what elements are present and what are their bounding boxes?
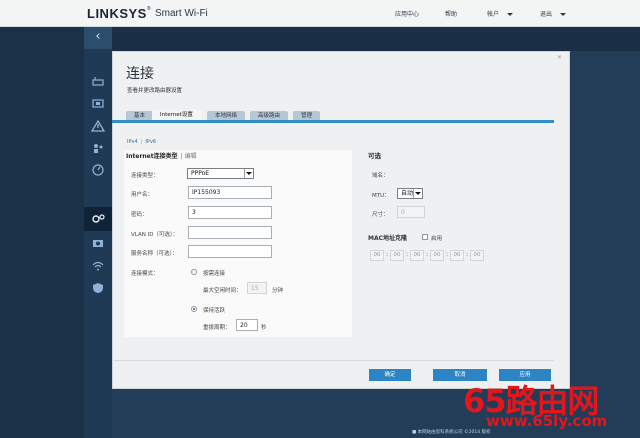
parental-icon[interactable] — [91, 142, 105, 154]
redial-period-input[interactable]: 20 — [236, 319, 258, 331]
camera-icon[interactable] — [91, 237, 105, 249]
connection-type-select[interactable]: PPPoE — [187, 168, 254, 179]
ipv4-link[interactable]: IPv4 — [127, 139, 138, 145]
chevron-left-icon: ‹ — [95, 29, 101, 44]
devices-icon[interactable] — [91, 98, 105, 110]
product-name: Smart Wi-Fi — [155, 8, 208, 19]
top-band — [112, 27, 640, 51]
size-label: 尺寸： — [372, 212, 389, 218]
mac-octet-5[interactable]: 00 — [450, 250, 464, 261]
mac-clone-checkbox[interactable] — [422, 234, 428, 240]
mtu-select[interactable]: 自动 — [397, 188, 423, 199]
mac-octet-2[interactable]: 00 — [390, 250, 404, 261]
sidebar-collapse-button[interactable]: ‹ — [84, 27, 112, 49]
dialog-footer-divider — [112, 360, 554, 361]
username-label: 用户名： — [131, 192, 154, 198]
connection-mode-label: 连接模式： — [131, 271, 159, 277]
on-demand-label: 按需连接 — [203, 271, 226, 277]
optional-heading: 可选 — [368, 152, 381, 160]
mac-octet-1[interactable]: 00 — [370, 250, 384, 261]
vlan-id-label: VLAN ID（可选）： — [131, 232, 179, 238]
ipv6-link[interactable]: IPv6 — [145, 139, 156, 145]
linksys-logo: LINKSYS® — [87, 6, 151, 21]
mac-separator: : — [446, 251, 449, 258]
mac-octet-3[interactable]: 00 — [410, 250, 424, 261]
chevron-down-icon — [413, 189, 422, 198]
mac-clone-heading: MAC地址克隆 — [368, 235, 408, 242]
protocol-switcher: IPv4 | IPv6 — [127, 139, 156, 145]
connection-type-heading-text: Internet连接类型 — [126, 153, 178, 160]
password-label: 密码： — [131, 212, 148, 218]
dialog-subtitle: 查看并更改路由器设置 — [127, 88, 183, 94]
connection-type-label: 连接类型： — [131, 173, 159, 179]
redial-period-label: 重拨周期： — [203, 325, 231, 331]
keep-alive-label: 保持活跃 — [203, 308, 226, 314]
connection-type-heading: Internet连接类型 | 编辑 — [126, 151, 197, 160]
copyright-text: ■ 本网站由思科系统公司 ©2014 版权 — [412, 430, 491, 435]
tab-underline — [112, 120, 554, 123]
app-center-link[interactable]: 应用中心 — [395, 9, 419, 18]
seconds-unit: 秒 — [261, 325, 267, 331]
service-name-label: 服务名称（可选）： — [131, 251, 178, 257]
speed-icon[interactable] — [91, 164, 105, 176]
warning-icon[interactable] — [91, 120, 105, 132]
router-icon[interactable] — [91, 76, 105, 88]
dialog-title: 连接 — [126, 66, 154, 82]
mtu-value: 自动 — [401, 190, 414, 197]
service-name-input[interactable] — [188, 245, 272, 258]
top-header: LINKSYS® Smart Wi-Fi 应用中心 帮助 帐户 退出 — [0, 0, 640, 27]
mac-octet-6[interactable]: 00 — [470, 250, 484, 261]
mac-separator: : — [426, 251, 429, 258]
logout-menu[interactable]: 退出 — [540, 9, 567, 18]
connectivity-icon[interactable] — [91, 213, 105, 225]
max-idle-input[interactable]: 15 — [247, 282, 267, 294]
chevron-down-icon — [507, 13, 514, 16]
mac-separator: : — [466, 251, 469, 258]
close-icon[interactable]: × — [557, 54, 562, 61]
chevron-down-icon — [560, 13, 567, 16]
logout-label: 退出 — [540, 11, 553, 18]
brand-registered-mark: ® — [146, 6, 152, 12]
vlan-id-input[interactable] — [188, 226, 272, 239]
minutes-unit: 分钟 — [272, 288, 284, 294]
on-demand-radio[interactable] — [191, 269, 197, 275]
connection-type-value: PPPoE — [191, 170, 210, 177]
size-input[interactable]: 0 — [397, 206, 425, 218]
account-menu[interactable]: 帐户 — [487, 9, 514, 18]
sidebar — [84, 27, 112, 438]
edit-link-text: 编辑 — [184, 153, 197, 160]
mac-separator: : — [406, 251, 409, 258]
watermark-url: www.65ly.com — [486, 412, 608, 430]
ok-button[interactable]: 确定 — [369, 369, 411, 381]
mac-octet-4[interactable]: 00 — [430, 250, 444, 261]
domain-name-label: 域名： — [372, 173, 389, 179]
brand-text: LINKSYS — [87, 6, 147, 21]
wifi-icon[interactable] — [91, 260, 105, 272]
chevron-down-icon — [244, 169, 253, 178]
password-input[interactable]: 3 — [188, 206, 272, 219]
mtu-label: MTU： — [372, 193, 390, 199]
account-label: 帐户 — [487, 11, 500, 18]
max-idle-label: 最大空闲时间： — [203, 288, 242, 294]
edit-link[interactable]: | 编辑 — [181, 153, 197, 160]
mac-clone-enable-label: 启用 — [431, 236, 443, 242]
mac-separator: : — [386, 251, 389, 258]
help-link[interactable]: 帮助 — [445, 9, 457, 18]
keep-alive-radio[interactable] — [191, 306, 197, 312]
username-input[interactable]: IP155093 — [188, 186, 272, 199]
security-icon[interactable] — [91, 282, 105, 294]
protocol-separator: | — [140, 139, 143, 145]
